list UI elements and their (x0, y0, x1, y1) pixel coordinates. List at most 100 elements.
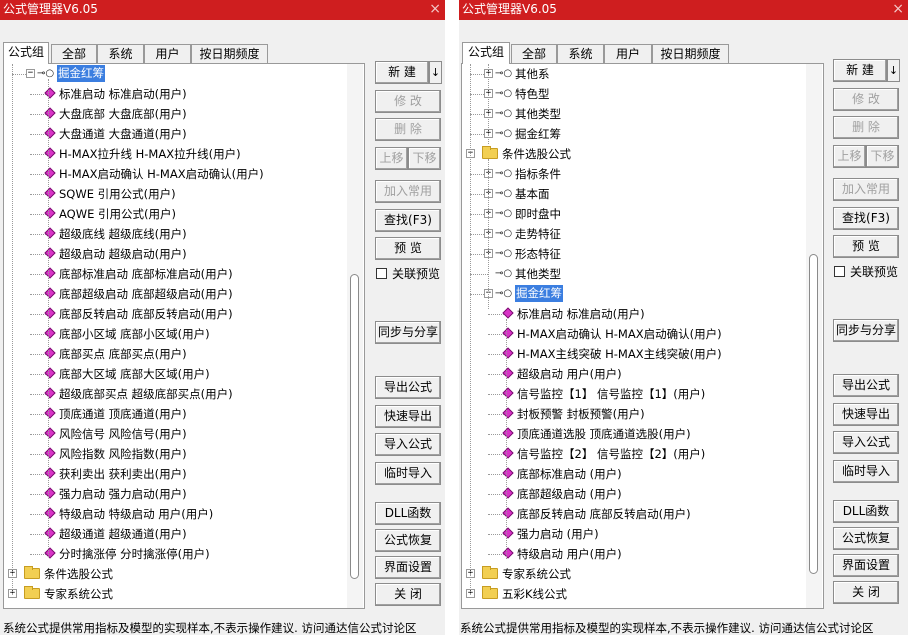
formula-item[interactable]: 标准启动 标准启动(用户) (462, 304, 802, 324)
formula-item[interactable]: 顶底通道选股 顶底通道选股(用户) (462, 424, 802, 444)
folder-item[interactable]: + 五彩K线公式 (462, 584, 802, 604)
tab-all[interactable]: 全部 (51, 44, 97, 63)
tab-system[interactable]: 系统 (557, 44, 604, 63)
find-button[interactable]: 查找(F3) (375, 209, 441, 232)
tab-system[interactable]: 系统 (97, 44, 144, 63)
formula-item[interactable]: 分时擒涨停 分时擒涨停(用户) (4, 544, 344, 564)
collapse-icon[interactable]: − (26, 69, 35, 78)
new-button[interactable]: 新 建 (833, 59, 887, 82)
group-item[interactable]: + ⊸○ 指标条件 (462, 164, 802, 184)
folder-item[interactable]: − 条件选股公式 (462, 144, 802, 164)
formula-item[interactable]: 底部超级启动 (用户) (462, 484, 802, 504)
formula-tree[interactable]: − ⊸○ 掘金红筹 标准启动 标准启动(用户) 大盘底部 大盘底部(用户) 大盘通道 大盘… (3, 63, 365, 609)
folder-item[interactable]: + 专家系统公式 (462, 564, 802, 584)
tab-formula-group[interactable]: 公式组 (462, 42, 510, 64)
formula-item[interactable]: 信号监控【2】 信号监控【2】(用户) (462, 444, 802, 464)
group-item[interactable]: − ⊸○ 掘金红筹 (462, 284, 802, 304)
ui-settings-button[interactable]: 界面设置 (833, 554, 899, 577)
formula-item[interactable]: 风险信号 风险信号(用户) (4, 424, 344, 444)
formula-item[interactable]: 顶底通道 顶底通道(用户) (4, 404, 344, 424)
tab-user[interactable]: 用户 (144, 44, 191, 63)
status-text[interactable]: 系统公式提供常用指标及模型的实现样本,不表示操作建议. 访问通达信公式讨论区 (3, 621, 416, 635)
formula-item[interactable]: H-MAX主线突破 H-MAX主线突破(用户) (462, 344, 802, 364)
formula-item[interactable]: AQWE 引用公式(用户) (4, 204, 344, 224)
formula-item[interactable]: 底部买点 底部买点(用户) (4, 344, 344, 364)
formula-restore-button[interactable]: 公式恢复 (375, 529, 441, 552)
linked-preview-checkbox[interactable] (834, 266, 845, 277)
preview-button[interactable]: 预 览 (375, 237, 441, 260)
formula-item[interactable]: 特级启动 特级启动 用户(用户) (4, 504, 344, 524)
group-item[interactable]: − ⊸○ 掘金红筹 (4, 64, 344, 84)
formula-item[interactable]: 标准启动 标准启动(用户) (4, 84, 344, 104)
formula-item[interactable]: 底部反转启动 底部反转启动(用户) (462, 504, 802, 524)
formula-item[interactable]: 超级启动 用户(用户) (462, 364, 802, 384)
close-icon[interactable]: × (892, 0, 904, 18)
formula-item[interactable]: H-MAX启动确认 H-MAX启动确认(用户) (462, 324, 802, 344)
temp-import-button[interactable]: 临时导入 (833, 460, 899, 483)
formula-item[interactable]: H-MAX启动确认 H-MAX启动确认(用户) (4, 164, 344, 184)
import-formula-button[interactable]: 导入公式 (375, 433, 441, 456)
tab-formula-group[interactable]: 公式组 (3, 42, 49, 64)
add-common-button[interactable]: 加入常用 (375, 180, 441, 203)
formula-item[interactable]: 底部标准启动 底部标准启动(用户) (4, 264, 344, 284)
modify-button[interactable]: 修 改 (833, 88, 899, 111)
sync-share-button[interactable]: 同步与分享 (375, 321, 441, 344)
new-dropdown-arrow-icon[interactable]: ↓ (429, 61, 442, 84)
tab-by-date-frequency[interactable]: 按日期频度 (191, 44, 268, 63)
preview-button[interactable]: 预 览 (833, 235, 899, 258)
dll-function-button[interactable]: DLL函数 (833, 500, 899, 523)
find-button[interactable]: 查找(F3) (833, 207, 899, 230)
group-item[interactable]: + ⊸○ 基本面 (462, 184, 802, 204)
formula-item[interactable]: 封板预警 封板预警(用户) (462, 404, 802, 424)
group-item[interactable]: + ⊸○ 其他类型 (462, 104, 802, 124)
formula-item[interactable]: 超级通道 超级通道(用户) (4, 524, 344, 544)
formula-item[interactable]: 强力启动 (用户) (462, 524, 802, 544)
new-button[interactable]: 新 建 (375, 61, 429, 84)
group-item[interactable]: + ⊸○ 掘金红筹 (462, 124, 802, 144)
new-dropdown-arrow-icon[interactable]: ↓ (887, 59, 900, 82)
status-text[interactable]: 系统公式提供常用指标及模型的实现样本,不表示操作建议. 访问通达信公式讨论区 (460, 621, 873, 635)
group-item[interactable]: + ⊸○ 走势特征 (462, 224, 802, 244)
formula-item[interactable]: 信号监控【1】 信号监控【1】(用户) (462, 384, 802, 404)
formula-tree[interactable]: + ⊸○ 其他系 + ⊸○ 特色型 + ⊸○ 其他类型 + ⊸○ 掘金红筹 − 条件选股公式 + ⊸○ 指标条件… (461, 63, 824, 609)
formula-item[interactable]: SQWE 引用公式(用户) (4, 184, 344, 204)
vertical-scrollbar[interactable] (806, 64, 822, 608)
move-down-button[interactable]: 下移 (866, 145, 899, 168)
delete-button[interactable]: 删 除 (833, 116, 899, 139)
formula-item[interactable]: 超级底线 超级底线(用户) (4, 224, 344, 244)
scrollbar-thumb[interactable] (809, 254, 818, 574)
title-bar[interactable]: 公式管理器V6.05 × (459, 0, 908, 20)
ui-settings-button[interactable]: 界面设置 (375, 556, 441, 579)
quick-export-button[interactable]: 快速导出 (375, 405, 441, 428)
formula-item[interactable]: 超级启动 超级启动(用户) (4, 244, 344, 264)
tab-all[interactable]: 全部 (511, 44, 557, 63)
formula-item[interactable]: 风险指数 风险指数(用户) (4, 444, 344, 464)
group-item[interactable]: + ⊸○ 形态特征 (462, 244, 802, 264)
tab-by-date-frequency[interactable]: 按日期频度 (652, 44, 729, 63)
group-item[interactable]: + ⊸○ 其他系 (462, 64, 802, 84)
formula-item[interactable]: 获利卖出 获利卖出(用户) (4, 464, 344, 484)
export-formula-button[interactable]: 导出公式 (375, 376, 441, 399)
group-item[interactable]: + ⊸○ 即时盘中 (462, 204, 802, 224)
export-formula-button[interactable]: 导出公式 (833, 374, 899, 397)
close-button[interactable]: 关 闭 (833, 581, 899, 604)
group-item[interactable]: + ⊸○ 特色型 (462, 84, 802, 104)
formula-item[interactable]: H-MAX拉升线 H-MAX拉升线(用户) (4, 144, 344, 164)
import-formula-button[interactable]: 导入公式 (833, 431, 899, 454)
tab-user[interactable]: 用户 (604, 44, 652, 63)
scrollbar-thumb[interactable] (350, 274, 359, 579)
move-up-button[interactable]: 上移 (375, 147, 408, 170)
linked-preview-checkbox[interactable] (376, 268, 387, 279)
title-bar[interactable]: 公式管理器V6.05 × (0, 0, 445, 20)
group-item[interactable]: ⊸○ 其他类型 (462, 264, 802, 284)
vertical-scrollbar[interactable] (347, 64, 363, 608)
sync-share-button[interactable]: 同步与分享 (833, 319, 899, 342)
folder-item[interactable]: + 专家系统公式 (4, 584, 344, 604)
dll-function-button[interactable]: DLL函数 (375, 502, 441, 525)
formula-item[interactable]: 特级启动 用户(用户) (462, 544, 802, 564)
folder-item[interactable]: + 条件选股公式 (4, 564, 344, 584)
formula-item[interactable]: 底部标准启动 (用户) (462, 464, 802, 484)
temp-import-button[interactable]: 临时导入 (375, 462, 441, 485)
formula-item[interactable]: 超级底部买点 超级底部买点(用户) (4, 384, 344, 404)
quick-export-button[interactable]: 快速导出 (833, 403, 899, 426)
